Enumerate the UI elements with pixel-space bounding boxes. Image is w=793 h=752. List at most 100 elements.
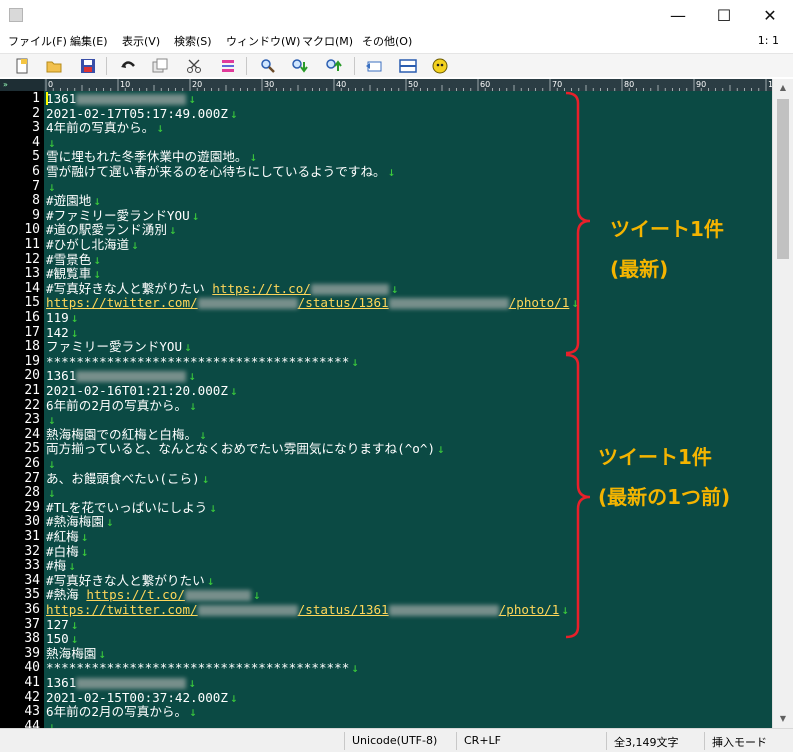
url-link[interactable]: https://t.co/ bbox=[86, 587, 185, 603]
text-line[interactable]: ↓ bbox=[46, 456, 56, 472]
url-link[interactable]: /photo/1 bbox=[509, 295, 570, 311]
scroll-up-icon[interactable]: ▲ bbox=[773, 79, 793, 97]
text-line[interactable]: 2021-02-16T01:21:20.000Z ↓ bbox=[46, 383, 238, 399]
open-file-icon[interactable] bbox=[44, 56, 64, 76]
menu-file[interactable]: ファイル(F) bbox=[8, 33, 67, 49]
tag-jump-icon[interactable] bbox=[364, 56, 384, 76]
line-break-icon: ↓ bbox=[351, 660, 359, 676]
new-file-icon[interactable] bbox=[12, 56, 32, 76]
text-line[interactable]: #TLを花でいっぱいにしよう ↓ bbox=[46, 500, 217, 516]
text-line[interactable]: https://twitter.com/ /status/1361/photo/1… bbox=[46, 296, 579, 311]
text-line[interactable]: 雪が融けて遅い春が来るのを心待ちにしているようですね。 ↓ bbox=[46, 164, 395, 180]
text-line[interactable]: 両方揃っていると、なんとなくおめでたい雰囲気になりますね(^o^) ↓ bbox=[46, 442, 445, 457]
menu-window[interactable]: ウィンドウ(W) bbox=[226, 33, 300, 49]
line-number: 37 bbox=[24, 616, 40, 632]
text-line[interactable]: #遊園地 ↓ bbox=[46, 193, 101, 209]
cut-icon[interactable] bbox=[184, 56, 204, 76]
status-line-ending[interactable]: CR+LF bbox=[464, 734, 501, 747]
text-line[interactable]: 127 ↓ bbox=[46, 617, 78, 633]
split-window-icon[interactable] bbox=[398, 56, 418, 76]
text-line[interactable]: 150 ↓ bbox=[46, 631, 78, 647]
undo-icon[interactable] bbox=[118, 56, 138, 76]
text-line[interactable]: #道の駅愛ランド湧別 ↓ bbox=[46, 223, 177, 238]
text-line[interactable]: ↓ bbox=[46, 719, 56, 728]
text-line[interactable]: ↓ bbox=[46, 485, 56, 501]
text-line[interactable]: #写真好きな人と繋がりたい https://t.co/ ↓ bbox=[46, 281, 398, 297]
text-line[interactable]: 1361 ↓ bbox=[46, 91, 196, 107]
text-line[interactable]: 熱海梅園での紅梅と白梅。 ↓ bbox=[46, 427, 207, 443]
url-link[interactable]: https://t.co/ bbox=[212, 281, 311, 296]
copy-icon[interactable] bbox=[150, 56, 170, 76]
url-link[interactable]: /status/1361 bbox=[298, 295, 389, 311]
search-prev-icon[interactable] bbox=[324, 56, 344, 76]
save-icon[interactable] bbox=[78, 56, 98, 76]
menu-other[interactable]: その他(O) bbox=[362, 33, 412, 49]
line-text: 6年前の2月の写真から。 bbox=[46, 397, 188, 413]
status-encoding[interactable]: Unicode(UTF-8) bbox=[352, 734, 437, 747]
text-line[interactable]: ****************************************… bbox=[46, 661, 359, 676]
line-break-icon: ↓ bbox=[48, 485, 56, 501]
line-number: 4 bbox=[32, 134, 40, 150]
text-line[interactable]: 142 ↓ bbox=[46, 325, 78, 341]
line-break-icon: ↓ bbox=[437, 441, 445, 457]
text-area[interactable]: 1361 ↓ 2021-02-17T05:17:49.000Z ↓ 4年前の写真から。 ↓… bbox=[44, 91, 772, 728]
text-line[interactable]: #ファミリー愛ランドYOU ↓ bbox=[46, 207, 200, 224]
line-text: 1361 bbox=[46, 368, 77, 384]
text-line[interactable]: https://twitter.com/ /status/1361/photo/1… bbox=[46, 602, 569, 618]
maximize-button[interactable]: ☐ bbox=[701, 0, 747, 31]
status-insert-mode[interactable]: 挿入モード bbox=[712, 734, 767, 750]
redacted-text bbox=[76, 371, 187, 383]
text-line[interactable]: 雪に埋もれた冬季休業中の遊園地。 ↓ bbox=[46, 150, 257, 165]
text-line[interactable]: 4年前の写真から。 ↓ bbox=[46, 120, 164, 136]
text-line[interactable]: 2021-02-17T05:17:49.000Z ↓ bbox=[46, 106, 238, 122]
text-line[interactable]: あ、お饅頭食べたい(こら) ↓ bbox=[46, 470, 210, 487]
text-line[interactable]: 熱海梅園 ↓ bbox=[46, 646, 106, 662]
text-line[interactable]: ↓ bbox=[46, 412, 56, 428]
help-icon[interactable] bbox=[430, 56, 450, 76]
scrollbar-thumb[interactable] bbox=[777, 99, 789, 259]
text-line[interactable]: ↓ bbox=[46, 135, 56, 151]
line-number: 15 bbox=[24, 295, 40, 311]
text-line[interactable]: 6年前の2月の写真から。 ↓ bbox=[46, 397, 197, 414]
text-line[interactable]: ****************************************… bbox=[46, 354, 359, 370]
line-break-icon: ↓ bbox=[184, 339, 192, 355]
close-button[interactable]: ✕ bbox=[747, 0, 793, 31]
search-next-icon[interactable] bbox=[290, 56, 310, 76]
text-line[interactable]: 119 ↓ bbox=[46, 310, 78, 326]
line-break-icon: ↓ bbox=[201, 470, 210, 486]
text-line[interactable]: 2021-02-15T00:37:42.000Z ↓ bbox=[46, 690, 238, 706]
minimize-button[interactable]: — bbox=[655, 0, 701, 31]
line-number: 39 bbox=[24, 645, 40, 661]
url-link[interactable]: https://twitter.com/ bbox=[46, 602, 198, 617]
text-line[interactable]: #雪景色 ↓ bbox=[46, 252, 101, 268]
url-link[interactable]: /status/1361 bbox=[298, 602, 389, 617]
text-line[interactable]: #熱海梅園 ↓ bbox=[46, 515, 114, 530]
text-line[interactable]: #熱海 https://t.co/ ↓ bbox=[46, 588, 261, 603]
line-break-icon: ↓ bbox=[191, 207, 200, 223]
text-line[interactable]: #写真好きな人と繋がりたい ↓ bbox=[46, 573, 214, 589]
text-line[interactable]: #観覧車 ↓ bbox=[46, 266, 101, 282]
line-number: 18 bbox=[24, 339, 40, 355]
text-line[interactable]: #紅梅 ↓ bbox=[46, 529, 88, 545]
menu-search[interactable]: 検索(S) bbox=[174, 33, 212, 49]
text-line[interactable]: ↓ bbox=[46, 179, 56, 195]
menu-macro[interactable]: マクロ(M) bbox=[302, 33, 353, 49]
search-icon[interactable] bbox=[258, 56, 278, 76]
ruler-label: 30 bbox=[264, 80, 274, 89]
line-break-icon: ↓ bbox=[252, 587, 261, 603]
menu-view[interactable]: 表示(V) bbox=[122, 33, 160, 49]
text-line[interactable]: 6年前の2月の写真から。 ↓ bbox=[46, 704, 197, 720]
menu-edit[interactable]: 編集(E) bbox=[70, 33, 108, 49]
text-line[interactable]: #ひがし北海道 ↓ bbox=[46, 237, 139, 253]
url-link[interactable]: /photo/1 bbox=[499, 602, 560, 617]
text-line[interactable]: #梅 ↓ bbox=[46, 558, 76, 574]
scroll-down-icon[interactable]: ▼ bbox=[773, 710, 793, 728]
vertical-scrollbar[interactable]: ▲ ▼ bbox=[772, 79, 793, 728]
url-link[interactable]: https://twitter.com/ bbox=[46, 295, 198, 311]
text-line[interactable]: ファミリー愛ランドYOU ↓ bbox=[46, 339, 192, 355]
text-line[interactable]: #白梅 ↓ bbox=[46, 544, 88, 560]
text-line[interactable]: 1361 ↓ bbox=[46, 675, 196, 691]
editor-area[interactable]: 1 2 3 4 5 6 7 8 9 10 11 12 13 14 15 16 17 18 19 20 21 22 23 24 2… bbox=[0, 91, 772, 728]
text-line[interactable]: 1361 ↓ bbox=[46, 369, 196, 384]
paste-icon[interactable] bbox=[218, 56, 238, 76]
